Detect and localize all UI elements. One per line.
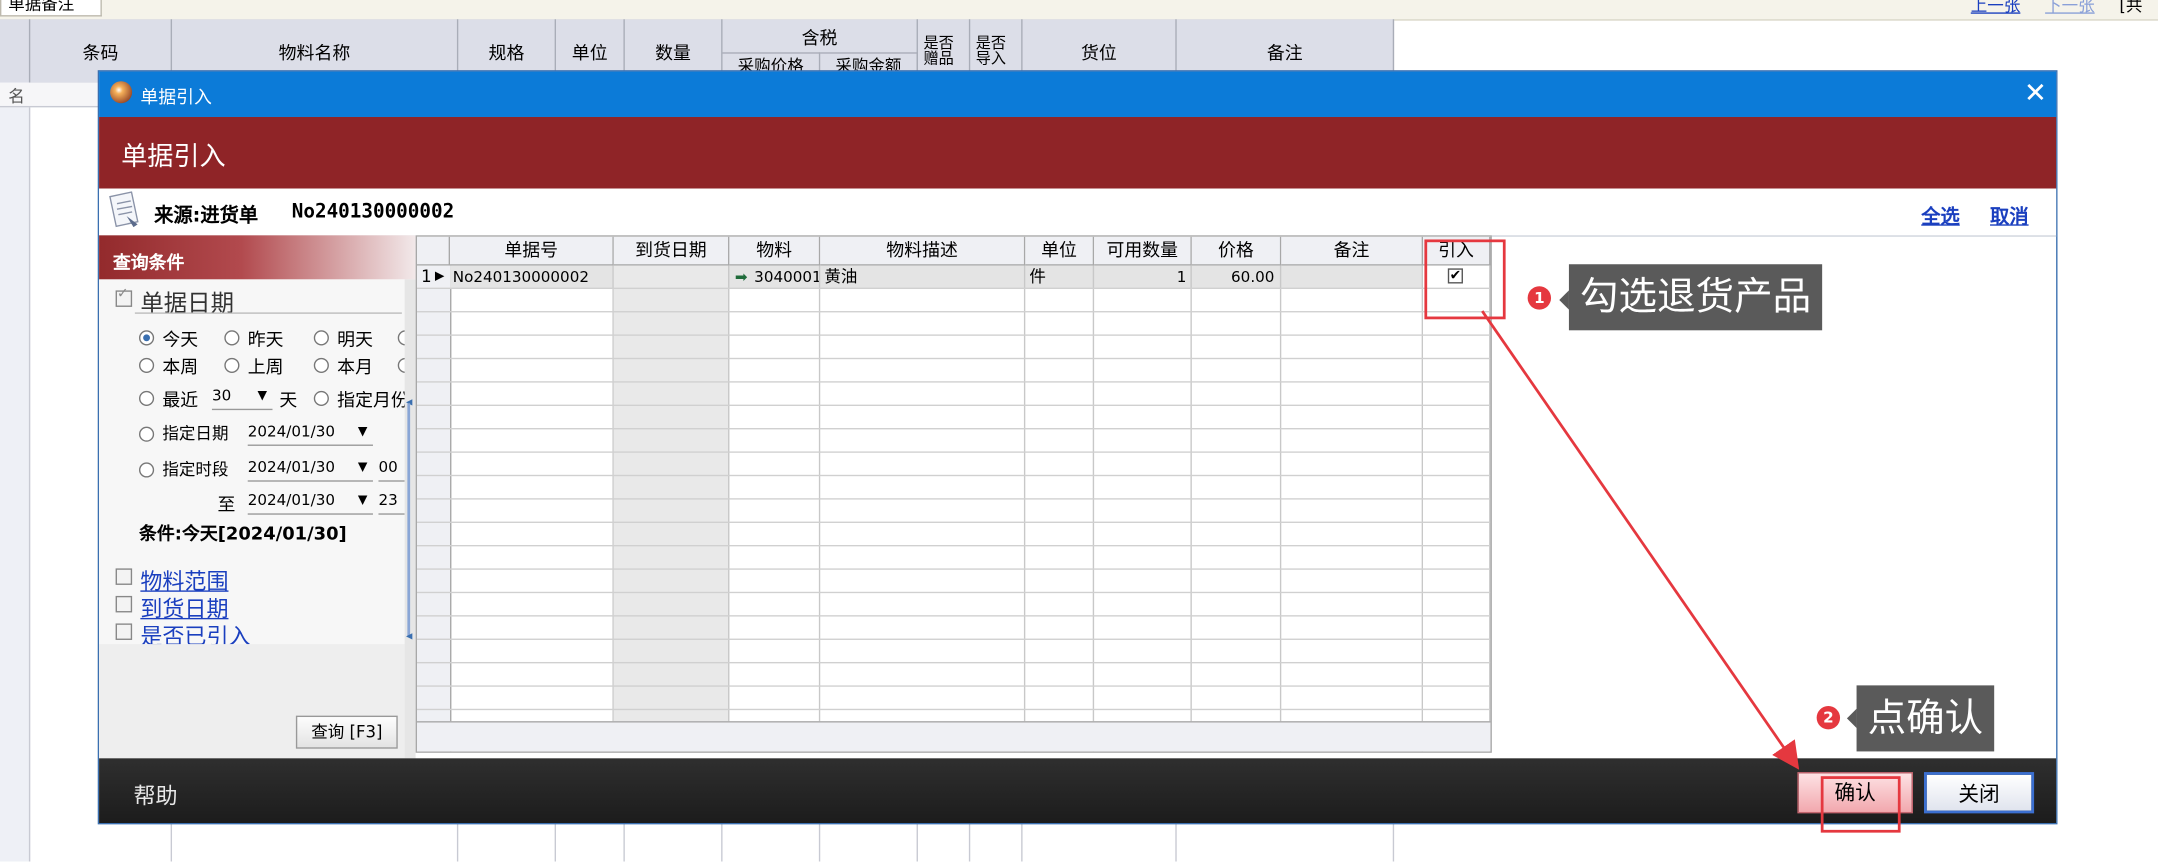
step-2-badge: 2 — [1816, 706, 1841, 730]
callout-pointer — [1559, 290, 1569, 310]
highlight-import-checkbox — [1424, 239, 1506, 320]
step-1-badge: 1 — [1527, 286, 1552, 310]
annotation-arrow — [1481, 310, 1800, 770]
step-1-callout: 勾选退货产品 — [1568, 264, 1823, 331]
step-2-callout: 点确认 — [1856, 685, 1995, 752]
callout-pointer — [1846, 708, 1857, 729]
highlight-confirm-button — [1820, 776, 1901, 833]
